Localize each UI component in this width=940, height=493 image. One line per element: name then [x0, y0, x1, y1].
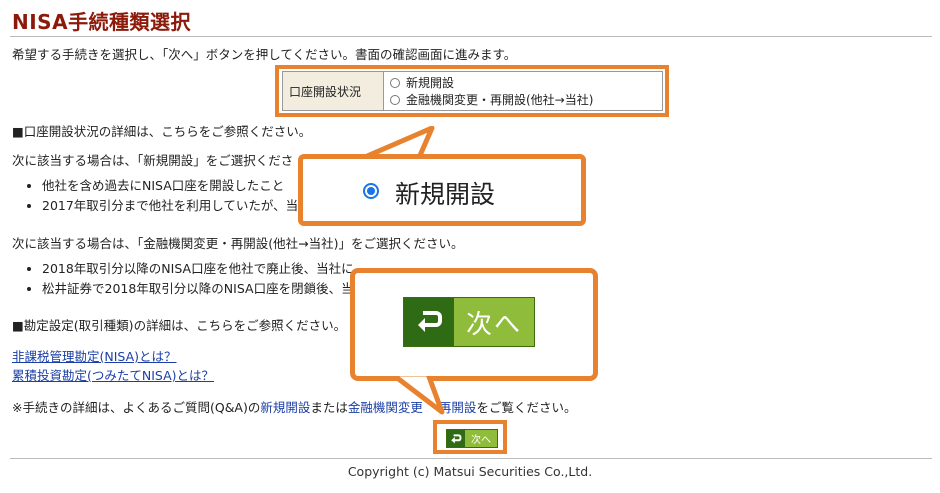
next-button-label: 次へ	[465, 430, 497, 447]
faq-suffix: をご覧ください。	[476, 400, 577, 415]
option-new-account[interactable]: 新規開設	[390, 74, 656, 91]
next-button[interactable]: 次へ	[446, 429, 498, 448]
option-transfer-label: 金融機関変更・再開設(他社→当社)	[406, 93, 594, 107]
account-status-highlight: 口座開設状況 新規開設 金融機関変更・再開設(他社→当社)	[275, 65, 669, 117]
list-item: 松井証券で2018年取引分以降のNISA口座を閉鎖後、当	[42, 279, 354, 299]
radio-selected-icon	[363, 183, 379, 199]
faq-prefix: ※手続きの詳細は、よくあるご質問(Q&A)の	[12, 400, 261, 415]
callout-radio-label: 新規開設	[395, 180, 496, 209]
case2-heading: 次に該当する場合は、「金融機関変更・再開設(他社→当社)」をご選択ください。	[12, 236, 464, 251]
title-divider	[10, 36, 932, 37]
account-status-table: 口座開設状況 新規開設 金融機関変更・再開設(他社→当社)	[282, 71, 663, 111]
link-nisa[interactable]: 非課税管理勘定(NISA)とは？	[12, 349, 177, 364]
faq-note: ※手続きの詳細は、よくあるご質問(Q&A)の新規開設または金融機関変更 再開設をご…	[12, 397, 576, 416]
radio-transfer[interactable]	[390, 94, 400, 105]
case1-list: 他社を含め過去にNISA口座を開設したこと 2017年取引分まで他社を利用してい…	[24, 176, 298, 216]
copyright: Copyright (c) Matsui Securities Co.,Ltd.	[347, 464, 593, 479]
footer-divider	[10, 458, 932, 459]
list-item: 2018年取引分以降のNISA口座を他社で廃止後、当社に	[42, 259, 354, 279]
next-button-zoom-label: 次へ	[454, 298, 534, 346]
callout-radio-zoom: 新規開設	[298, 154, 586, 226]
faq-link-new-account[interactable]: 新規開設	[260, 400, 310, 415]
list-item: 2017年取引分まで他社を利用していたが、当	[42, 196, 298, 216]
option-transfer[interactable]: 金融機関変更・再開設(他社→当社)	[390, 91, 656, 108]
callout-pointer	[388, 370, 445, 415]
radio-new-account[interactable]	[390, 77, 400, 88]
case1-heading: 次に該当する場合は、「新規開設」をご選択くださ	[12, 153, 294, 168]
account-status-detail-note: ■口座開設状況の詳細は、こちらをご参照ください。	[12, 124, 312, 139]
next-button-zoom: 次へ	[403, 297, 535, 347]
faq-mid: または	[310, 400, 348, 415]
option-new-account-label: 新規開設	[406, 76, 455, 90]
callout-next-zoom: 次へ	[350, 268, 598, 381]
return-arrow-icon	[447, 430, 465, 447]
link-tsumitate-nisa[interactable]: 累積投資勘定(つみたてNISA)とは？	[12, 368, 214, 383]
list-item: 他社を含め過去にNISA口座を開設したこと	[42, 176, 298, 196]
account-status-options: 新規開設 金融機関変更・再開設(他社→当社)	[383, 71, 663, 111]
page-title: NISA手続種類選択	[12, 10, 192, 34]
next-button-highlight: 次へ	[433, 420, 507, 454]
return-arrow-icon	[404, 298, 454, 346]
account-type-note: ■勘定設定(取引種類)の詳細は、こちらをご参照ください。	[12, 318, 347, 333]
case2-list: 2018年取引分以降のNISA口座を他社で廃止後、当社に 松井証券で2018年取…	[24, 259, 354, 299]
intro-text: 希望する手続きを選択し、「次へ」ボタンを押してください。書面の確認画面に進みます…	[12, 47, 517, 62]
account-status-label: 口座開設状況	[282, 71, 384, 111]
